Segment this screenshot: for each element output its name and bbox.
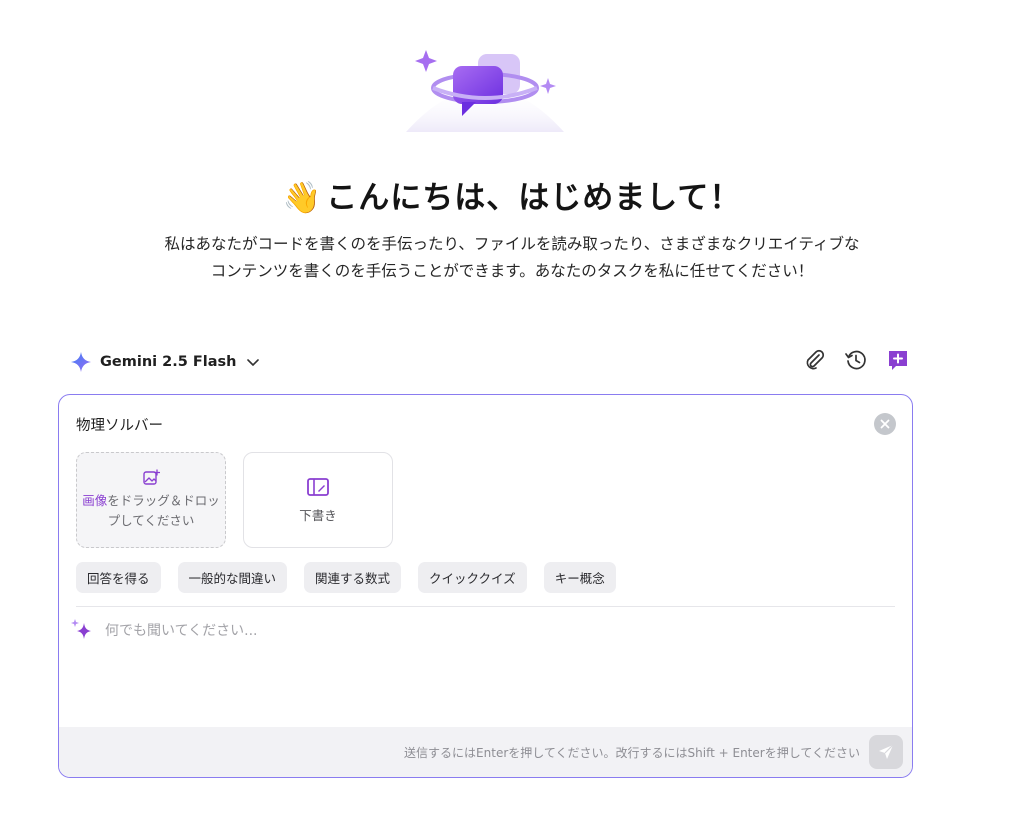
prompt-input[interactable] [105, 623, 895, 639]
upload-accent-text: 画像 [82, 493, 108, 508]
chip-key-concepts[interactable]: キー概念 [543, 562, 616, 593]
history-button[interactable] [842, 346, 870, 374]
send-icon [879, 744, 894, 759]
model-bar: Gemini 2.5 Flash [70, 346, 912, 378]
title-text: こんにちは、はじめまして！ [326, 180, 742, 216]
gemini-sparkle-icon [71, 352, 91, 372]
draft-icon [307, 477, 329, 496]
new-chat-button[interactable] [884, 346, 912, 374]
paperclip-icon [806, 349, 825, 370]
send-button[interactable] [869, 735, 903, 769]
chat-bubbles-illustration [406, 50, 564, 132]
history-icon [845, 350, 866, 370]
image-add-icon [143, 469, 160, 485]
description-line-1: 私はあなたがコードを書くのを手伝ったり、ファイルを読み取ったり、さまざまなクリエ… [164, 235, 860, 253]
page-title: 👋 こんにちは、はじめまして！ [0, 172, 1024, 217]
suggestion-chips: 回答を得る 一般的な間違い 関連する数式 クイッククイズ キー概念 [76, 562, 616, 593]
waving-hand-icon: 👋 [282, 180, 323, 216]
chip-common-mistakes[interactable]: 一般的な間違い [177, 562, 288, 593]
close-icon [880, 419, 890, 429]
new-chat-icon [889, 351, 907, 370]
panel-title: 物理ソルバー [76, 418, 163, 434]
ai-sparkle-icon [71, 619, 91, 639]
model-name: Gemini 2.5 Flash [100, 354, 237, 370]
keyboard-hint: 送信するにはEnterを押してください。改行するにはShift + Enterを… [404, 746, 860, 760]
divider [76, 606, 895, 607]
chevron-down-icon [246, 359, 259, 366]
draft-label: 下書き [299, 507, 337, 523]
toolbar [800, 346, 912, 374]
attach-button[interactable] [800, 346, 828, 374]
upload-instructions: 画像をドラッグ＆ドロップしてください [78, 491, 224, 531]
chat-panel: 物理ソルバー 画像をドラッグ＆ドロップしてください 下書き 回答を得る 一般的な… [58, 394, 913, 778]
page: 👋 こんにちは、はじめまして！ 私はあなたがコードを書くのを手伝ったり、ファイルを… [0, 0, 1024, 813]
chip-related-formulas[interactable]: 関連する数式 [304, 562, 402, 593]
chip-get-answer[interactable]: 回答を得る [76, 562, 161, 593]
sparkle-icon [540, 78, 556, 94]
upload-rest-text: をドラッグ＆ドロップしてください [107, 493, 220, 528]
sparkle-icon [415, 50, 437, 72]
prompt-row [69, 617, 895, 645]
description-line-2: コンテンツを書くのを手伝うことができます。あなたのタスクを私に任せてください！ [210, 262, 814, 280]
close-button[interactable] [874, 413, 896, 435]
draft-card[interactable]: 下書き [243, 452, 393, 548]
intro-description: 私はあなたがコードを書くのを手伝ったり、ファイルを読み取ったり、さまざまなクリエ… [80, 231, 944, 285]
chip-quick-quiz[interactable]: クイッククイズ [418, 562, 527, 593]
panel-footer: 送信するにはEnterを押してください。改行するにはShift + Enterを… [59, 727, 912, 777]
image-upload-dropzone[interactable]: 画像をドラッグ＆ドロップしてください [76, 452, 226, 548]
model-selector[interactable]: Gemini 2.5 Flash [70, 348, 261, 376]
